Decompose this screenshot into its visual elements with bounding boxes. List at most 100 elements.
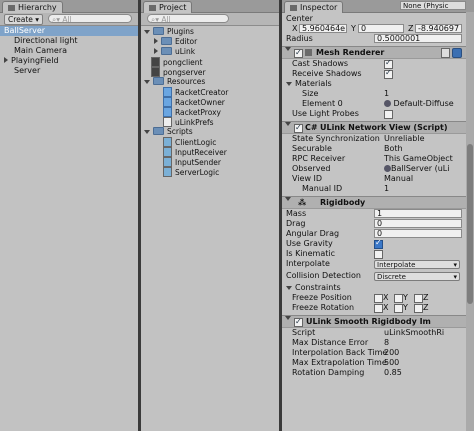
securable-label: Securable	[292, 144, 332, 153]
hierarchy-toolbar: Create ▾ ⌕▾ All	[0, 13, 138, 26]
z-label: Z	[423, 303, 429, 312]
interp-back-time-value[interactable]: 200	[384, 348, 399, 358]
project-item[interactable]: uLinkPrefs	[141, 117, 279, 127]
project-item[interactable]: Resources	[141, 77, 279, 87]
hierarchy-create-button[interactable]: Create ▾	[4, 14, 44, 25]
folder-icon	[153, 127, 164, 135]
help-book-icon[interactable]	[441, 48, 450, 58]
project-item[interactable]: ServerLogic	[141, 167, 279, 177]
physic-material-field[interactable]: None (Physic Mate	[400, 1, 466, 10]
expand-arrow-icon[interactable]	[154, 38, 158, 44]
angular-drag-field[interactable]: 0	[374, 229, 462, 238]
hierarchy-item[interactable]: Server	[0, 66, 138, 76]
angular-drag-label: Angular Drag	[286, 229, 340, 238]
hierarchy-tab[interactable]: Hierarchy	[2, 1, 63, 13]
securable-dropdown[interactable]: Both	[384, 144, 403, 154]
center-z-field[interactable]: -8.940697	[415, 24, 462, 33]
use-gravity-checkbox[interactable]	[374, 238, 383, 249]
collapse-arrow-icon[interactable]	[285, 47, 291, 51]
hierarchy-item[interactable]: Main Camera	[0, 46, 138, 56]
collision-detection-value: Discrete	[377, 273, 406, 281]
inspector-scrollbar[interactable]	[466, 12, 474, 431]
freeze-rot-y-checkbox[interactable]	[394, 304, 403, 313]
max-distance-label: Max Distance Error	[292, 338, 369, 347]
observed-value[interactable]: BallServer (uLi	[391, 164, 449, 173]
inspector-tab[interactable]: Inspector	[284, 1, 344, 13]
item-label: ServerLogic	[175, 168, 220, 177]
script-icon	[163, 167, 172, 177]
expand-arrow-icon[interactable]	[154, 48, 158, 54]
mesh-renderer-header[interactable]: Mesh Renderer	[282, 46, 466, 59]
center-x-field[interactable]: 5.960464e	[299, 24, 347, 33]
hierarchy-search-input[interactable]: ⌕▾ All	[48, 14, 132, 24]
smooth-rigidbody-header[interactable]: ULink Smooth Rigidbody Im	[282, 315, 466, 328]
mass-field[interactable]: 1	[374, 209, 462, 218]
element0-value[interactable]: Default-Diffuse	[394, 99, 454, 108]
script-value[interactable]: uLinkSmoothRi	[384, 328, 444, 338]
expand-arrow-icon[interactable]	[4, 57, 8, 63]
radius-field[interactable]: 0.5000001	[374, 34, 462, 43]
size-value[interactable]: 1	[384, 89, 389, 99]
rigidbody-header[interactable]: ⁂ Rigidbody	[282, 196, 466, 209]
project-item[interactable]: pongclient	[141, 57, 279, 67]
collapse-arrow-icon[interactable]	[285, 316, 291, 320]
receive-shadows-checkbox[interactable]	[384, 68, 393, 79]
hierarchy-icon	[8, 5, 15, 11]
max-extrapolation-value[interactable]: 500	[384, 358, 399, 368]
project-item[interactable]: InputSender	[141, 157, 279, 167]
freeze-rot-z-checkbox[interactable]	[414, 304, 423, 313]
freeze-pos-y-checkbox[interactable]	[394, 294, 403, 303]
project-item[interactable]: ClientLogic	[141, 137, 279, 147]
scrollbar-thumb[interactable]	[467, 144, 473, 304]
rotation-damping-value[interactable]: 0.85	[384, 368, 402, 378]
collapse-arrow-icon[interactable]	[144, 130, 150, 134]
view-id-dropdown[interactable]: Manual	[384, 174, 413, 184]
folder-icon	[161, 47, 172, 55]
project-item[interactable]: pongserver	[141, 67, 279, 77]
rpc-receiver-dropdown[interactable]: This GameObject	[384, 154, 453, 164]
observed-label: Observed	[292, 164, 331, 173]
project-item[interactable]: Scripts	[141, 127, 279, 137]
mesh-renderer-enable-checkbox[interactable]	[294, 47, 303, 58]
freeze-pos-z-checkbox[interactable]	[414, 294, 423, 303]
object-icon	[384, 165, 391, 172]
smooth-rigidbody-enable-checkbox[interactable]	[294, 316, 303, 327]
project-item[interactable]: Editor	[141, 37, 279, 47]
drag-field[interactable]: 0	[374, 219, 462, 228]
project-item[interactable]: Plugins	[141, 27, 279, 37]
project-item[interactable]: uLink	[141, 47, 279, 57]
network-view-enable-checkbox[interactable]	[294, 122, 303, 133]
project-tab[interactable]: Project	[143, 1, 193, 13]
collapse-arrow-icon[interactable]	[144, 30, 150, 34]
project-item[interactable]: InputReceiver	[141, 147, 279, 157]
radius-row: Radius 0.5000001	[282, 34, 466, 44]
interpolate-dropdown[interactable]: Interpolate	[374, 260, 460, 269]
collision-detection-dropdown[interactable]: Discrete	[374, 272, 460, 281]
collapse-arrow-icon[interactable]	[286, 286, 292, 290]
freeze-pos-x-checkbox[interactable]	[374, 294, 383, 303]
gear-icon[interactable]	[452, 48, 462, 58]
project-search-input[interactable]: ⌕▾ All	[147, 14, 229, 24]
project-item[interactable]: RacketOwner	[141, 97, 279, 107]
state-sync-dropdown[interactable]: Unreliable	[384, 134, 425, 144]
center-y-field[interactable]: 0	[358, 24, 404, 33]
x-label: X	[292, 24, 298, 33]
is-kinematic-checkbox[interactable]	[374, 250, 383, 259]
light-probes-checkbox[interactable]	[384, 110, 393, 119]
script-icon: C#	[305, 123, 318, 132]
collapse-arrow-icon[interactable]	[285, 197, 291, 201]
hierarchy-item[interactable]: BallServer	[0, 26, 138, 36]
network-view-header[interactable]: C# ULink Network View (Script)	[282, 121, 466, 134]
collapse-arrow-icon[interactable]	[285, 122, 291, 126]
interpolate-value: Interpolate	[377, 261, 416, 269]
max-distance-value[interactable]: 8	[384, 338, 389, 348]
freeze-rot-x-checkbox[interactable]	[374, 304, 383, 313]
hierarchy-item[interactable]: PlayingField	[0, 56, 138, 66]
collapse-arrow-icon[interactable]	[144, 80, 150, 84]
item-label: RacketCreator	[175, 88, 229, 97]
manual-id-value[interactable]: 1	[384, 184, 389, 194]
project-item[interactable]: RacketProxy	[141, 107, 279, 117]
hierarchy-item[interactable]: Directional light	[0, 36, 138, 46]
project-item[interactable]: RacketCreator	[141, 87, 279, 97]
collapse-arrow-icon[interactable]	[286, 82, 292, 86]
